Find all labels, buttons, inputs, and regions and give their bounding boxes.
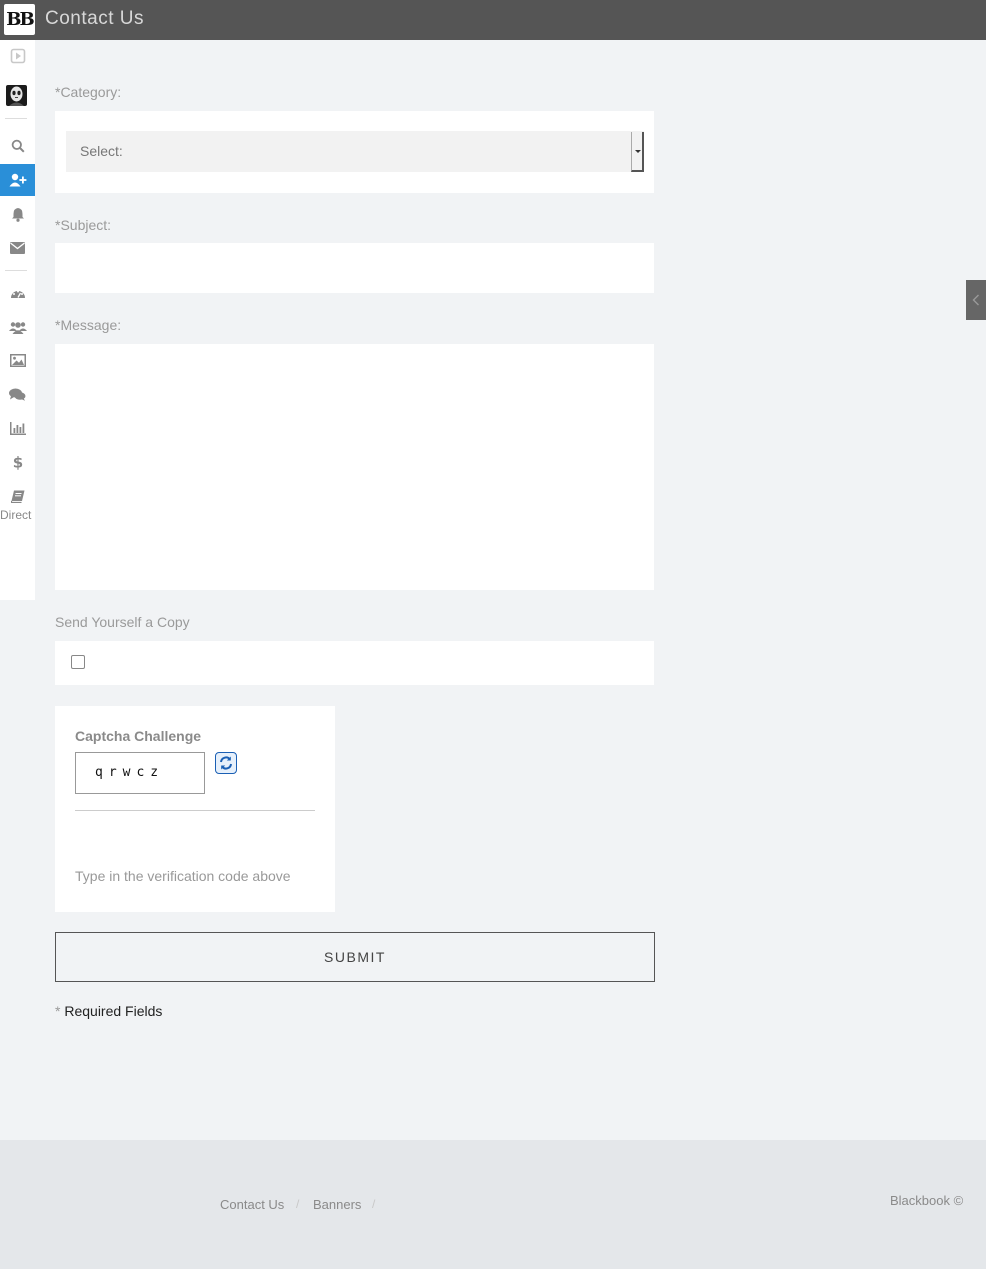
footer-separator: / [372, 1197, 376, 1211]
subject-input[interactable] [55, 243, 654, 293]
sidebar-divider [5, 270, 27, 271]
submit-button[interactable]: SUBMIT [55, 932, 655, 982]
sidebar-item-add-user[interactable] [0, 164, 35, 196]
footer-separator: / [296, 1197, 300, 1211]
footer-link-contact[interactable]: Contact Us [220, 1197, 284, 1212]
captcha-image: qrwcz [75, 752, 205, 794]
add-user-icon [9, 173, 26, 187]
captcha-hint: Type in the verification code above [75, 868, 291, 884]
footer [0, 1140, 986, 1269]
svg-text:$: $ [13, 454, 23, 470]
logo-mark: BB [6, 9, 34, 30]
bar-chart-icon [9, 421, 26, 435]
required-fields-note: * Required Fields [55, 1003, 162, 1019]
send-copy-label: Send Yourself a Copy [55, 614, 190, 630]
copyright: Blackbook © [890, 1193, 964, 1208]
chevron-left-icon [972, 294, 979, 306]
search-icon [11, 139, 25, 153]
category-select[interactable]: Select: [66, 131, 644, 172]
envelope-icon [10, 242, 25, 254]
chevron-down-icon[interactable] [631, 132, 644, 172]
sidebar-item-messages[interactable] [0, 232, 35, 264]
subject-label: *Subject: [55, 217, 112, 233]
message-textarea[interactable] [55, 344, 654, 590]
comments-icon [9, 388, 26, 401]
sidebar-item-stats[interactable] [0, 412, 35, 444]
sidebar: $ Direct [0, 40, 35, 600]
captcha-refresh-button[interactable] [215, 752, 237, 774]
page-title: Contact Us [45, 8, 144, 29]
send-copy-panel [55, 641, 654, 685]
captcha-input-line[interactable] [75, 810, 315, 811]
book-icon [10, 490, 24, 503]
required-text: Required Fields [64, 1003, 163, 1019]
sidebar-item-groups[interactable] [0, 311, 35, 343]
message-label: *Message: [55, 317, 122, 333]
site-logo[interactable]: BB [4, 4, 35, 35]
sidebar-item-photos[interactable] [0, 344, 35, 376]
captcha-title: Captcha Challenge [75, 728, 202, 744]
sidebar-item-chat[interactable] [0, 378, 35, 410]
refresh-icon [220, 756, 232, 770]
dollar-icon: $ [13, 454, 23, 470]
dashboard-icon [10, 290, 25, 298]
sidebar-item-play[interactable] [0, 40, 35, 72]
avatar-image [9, 86, 24, 106]
send-copy-checkbox[interactable] [71, 655, 85, 669]
sidebar-item-notifications[interactable] [0, 198, 35, 230]
sidebar-item-search[interactable] [0, 130, 35, 162]
required-star: * [55, 1003, 61, 1019]
top-header: BB Contact Us [0, 0, 986, 40]
avatar[interactable] [6, 85, 27, 106]
sidebar-item-dashboard[interactable] [0, 277, 35, 309]
panel-toggle-button[interactable] [966, 280, 986, 320]
sidebar-divider [5, 118, 27, 119]
bell-icon [11, 207, 24, 222]
sidebar-item-billing[interactable]: $ [0, 446, 35, 478]
users-icon [8, 321, 27, 334]
footer-link-banners[interactable]: Banners [313, 1197, 361, 1212]
category-label: *Category: [55, 84, 122, 100]
play-icon [10, 48, 25, 64]
image-icon [9, 353, 26, 367]
sidebar-item-directory-label[interactable]: Direct [0, 508, 31, 522]
